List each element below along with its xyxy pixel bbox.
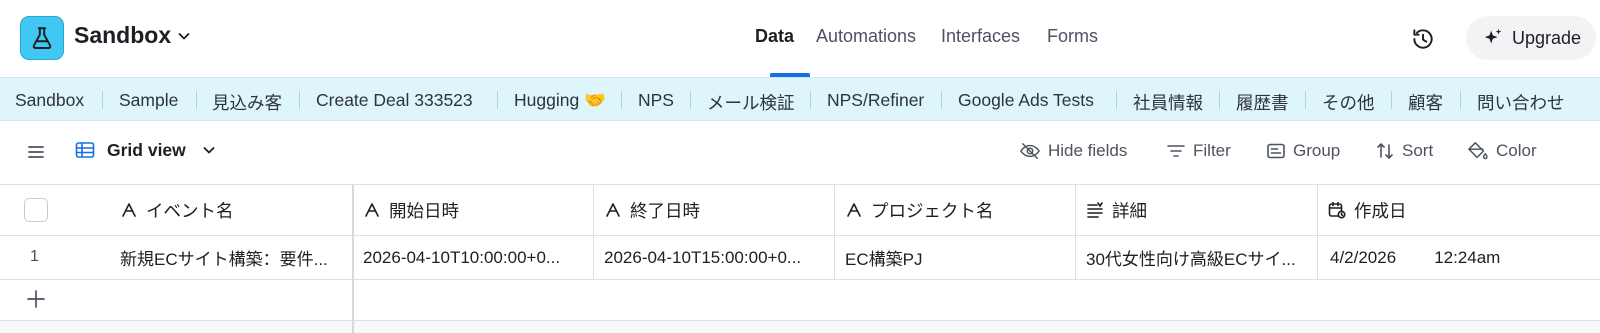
column-header-label: イベント名	[146, 200, 234, 221]
nav-data[interactable]: Data	[755, 26, 794, 47]
group-label: Group	[1293, 141, 1341, 160]
cell-event-name[interactable]: 新規ECサイト構築：要件...	[110, 236, 353, 279]
menu-icon[interactable]	[26, 142, 46, 162]
chevron-down-icon[interactable]	[176, 28, 192, 44]
tab-divider	[1116, 91, 1117, 109]
header-row: イベント名 開始日時 終了日時 プロジェクト名 詳細 作成日	[0, 185, 1600, 236]
frozen-column-divider[interactable]	[352, 185, 354, 333]
cell-created-date[interactable]: 4/2/2026 12:24am	[1318, 236, 1600, 279]
table-tab-inquiries[interactable]: 問い合わせ	[1477, 90, 1565, 115]
filter-icon	[1167, 145, 1185, 157]
chevron-down-icon	[203, 147, 215, 154]
hide-fields-button[interactable]: Hide fields	[1019, 141, 1127, 161]
history-icon[interactable]	[1410, 26, 1436, 52]
tab-divider	[1391, 91, 1392, 109]
sort-icon	[1377, 143, 1393, 159]
table-tab-resumes[interactable]: 履歴書	[1236, 90, 1289, 115]
column-header-label: 開始日時	[389, 200, 459, 221]
table-tab-google-ads[interactable]: Google Ads Tests	[958, 90, 1094, 111]
text-type-icon	[365, 203, 379, 217]
created-date-value: 4/2/2026	[1330, 247, 1397, 267]
table-tab-nps[interactable]: NPS	[638, 90, 674, 111]
table-tab-email-verify[interactable]: メール検証	[707, 90, 795, 115]
table-tab-hugging[interactable]: Hugging 🤝	[514, 90, 606, 111]
column-header-label: 作成日	[1354, 200, 1407, 221]
view-switcher[interactable]: Grid view	[74, 139, 217, 161]
nav-interfaces[interactable]: Interfaces	[941, 26, 1020, 47]
column-header-project-name[interactable]: プロジェクト名	[835, 185, 1076, 235]
table-tab-leads[interactable]: 見込み客	[212, 90, 282, 115]
table-tab-employees[interactable]: 社員情報	[1133, 90, 1203, 115]
column-header-details[interactable]: 詳細	[1076, 185, 1318, 235]
data-grid: イベント名 開始日時 終了日時 プロジェクト名 詳細 作成日 1 新規ECサイト…	[0, 185, 1600, 333]
sort-button[interactable]: Sort	[1375, 141, 1433, 161]
table-tab-create-deal[interactable]: Create Deal 333523	[316, 90, 473, 111]
select-all-checkbox[interactable]	[24, 198, 48, 222]
tab-divider	[497, 91, 498, 109]
table-tab-sandbox[interactable]: Sandbox	[15, 90, 84, 111]
view-bar: Grid view Hide fields Filter Group Sort	[0, 121, 1600, 185]
tab-divider	[196, 91, 197, 109]
column-header-event-name[interactable]: イベント名	[110, 185, 353, 235]
upgrade-label: Upgrade	[1512, 27, 1582, 48]
long-text-icon	[1087, 202, 1103, 218]
text-type-icon	[606, 203, 620, 217]
tab-divider	[941, 91, 942, 109]
tab-divider	[299, 91, 300, 109]
group-icon	[1267, 143, 1285, 159]
column-header-label: 終了日時	[630, 200, 700, 221]
group-button[interactable]: Group	[1266, 141, 1340, 161]
tab-divider	[690, 91, 691, 109]
hide-fields-label: Hide fields	[1048, 141, 1128, 160]
row-number: 1	[30, 248, 39, 265]
cell-start-datetime[interactable]: 2026-04-10T10:00:00+0...	[353, 236, 594, 279]
filter-button[interactable]: Filter	[1166, 141, 1231, 161]
table-row[interactable]: 1 新規ECサイト構築：要件... 2026-04-10T10:00:00+0.…	[0, 236, 1600, 280]
upgrade-button[interactable]: Upgrade	[1466, 16, 1596, 60]
paint-bucket-icon	[1468, 142, 1488, 160]
grid-view-icon	[75, 142, 95, 158]
tab-divider	[102, 91, 103, 109]
filter-label: Filter	[1193, 141, 1231, 160]
column-header-label: プロジェクト名	[871, 200, 994, 221]
tab-divider	[810, 91, 811, 109]
column-header-start-datetime[interactable]: 開始日時	[353, 185, 594, 235]
tables-bar: Sandbox Sample 見込み客 Create Deal 333523 H…	[0, 77, 1600, 121]
cell-end-datetime[interactable]: 2026-04-10T15:00:00+0...	[594, 236, 835, 279]
table-tab-customers[interactable]: 顧客	[1408, 90, 1443, 115]
base-name[interactable]: Sandbox	[74, 22, 171, 49]
created-time-value: 12:24am	[1434, 247, 1501, 267]
sparkle-icon	[1484, 28, 1502, 44]
add-record-row[interactable]	[0, 280, 1600, 321]
cell-project-name[interactable]: EC構築PJ	[835, 236, 1076, 279]
cell-details[interactable]: 30代女性向け高級ECサイ...	[1076, 236, 1318, 279]
column-header-label: 詳細	[1112, 200, 1147, 221]
table-tab-sample[interactable]: Sample	[119, 90, 178, 111]
created-time-icon	[1328, 201, 1346, 219]
text-type-icon	[847, 203, 861, 217]
color-button[interactable]: Color	[1467, 141, 1537, 161]
table-tab-other[interactable]: その他	[1322, 90, 1375, 115]
eye-off-icon	[1020, 143, 1040, 159]
flask-icon	[32, 27, 52, 49]
tab-divider	[1305, 91, 1306, 109]
base-logo[interactable]	[20, 16, 64, 60]
sort-label: Sort	[1402, 141, 1434, 160]
tab-divider	[1460, 91, 1461, 109]
top-bar: Sandbox Data Automations Interfaces Form…	[0, 0, 1600, 77]
text-type-icon	[122, 203, 136, 217]
color-label: Color	[1496, 141, 1537, 160]
nav-forms[interactable]: Forms	[1047, 26, 1098, 47]
view-name: Grid view	[107, 139, 186, 160]
column-header-created-date[interactable]: 作成日	[1318, 185, 1600, 235]
tab-divider	[1219, 91, 1220, 109]
column-header-end-datetime[interactable]: 終了日時	[594, 185, 835, 235]
nav-automations[interactable]: Automations	[816, 26, 916, 47]
tab-divider	[621, 91, 622, 109]
plus-icon[interactable]	[25, 288, 47, 310]
table-tab-nps-refiner[interactable]: NPS/Refiner	[827, 90, 924, 111]
